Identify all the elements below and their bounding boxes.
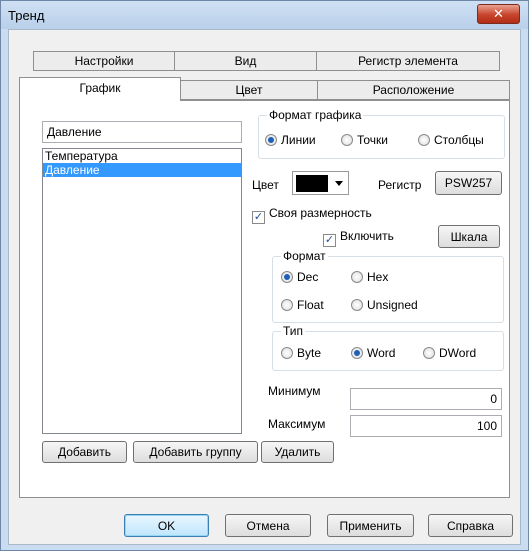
help-button[interactable]: Справка (428, 514, 513, 537)
add-button[interactable]: Добавить (42, 441, 127, 463)
radio-points[interactable]: Точки (341, 133, 388, 147)
radio-float[interactable]: Float (281, 298, 324, 312)
apply-button[interactable]: Применить (327, 514, 414, 537)
radio-dword[interactable]: DWord (423, 346, 476, 360)
close-icon: ✕ (493, 6, 504, 21)
maximum-input[interactable]: 100 (350, 415, 502, 437)
trend-dialog: Тренд ✕ Настройки Вид Регистр элемента Г… (0, 0, 529, 551)
radio-columns[interactable]: Столбцы (418, 133, 484, 147)
tab-settings[interactable]: Настройки (33, 51, 175, 71)
color-dropdown[interactable] (292, 171, 349, 195)
minimum-input[interactable]: 0 (350, 388, 502, 410)
radio-dot-icon (351, 299, 363, 311)
radio-hex[interactable]: Hex (351, 270, 388, 284)
radio-dot-icon (265, 134, 277, 146)
tab-view[interactable]: Вид (174, 51, 317, 71)
list-item-pressure[interactable]: Давление (43, 163, 241, 177)
tab-graph[interactable]: График (19, 77, 181, 101)
title-bar[interactable]: Тренд ✕ (1, 1, 528, 29)
register-button[interactable]: PSW257 (435, 171, 502, 195)
radio-dot-icon (351, 347, 363, 359)
radio-lines[interactable]: Линии (265, 133, 316, 147)
ok-button[interactable]: OK (124, 514, 209, 537)
minimum-label: Минимум (268, 384, 321, 398)
number-format-label: Формат (281, 249, 328, 263)
window-title: Тренд (8, 8, 45, 23)
color-swatch (296, 175, 328, 192)
graph-format-label: Формат графика (267, 108, 364, 122)
dialog-client-area: Настройки Вид Регистр элемента График Цв… (8, 29, 521, 545)
remove-button[interactable]: Удалить (261, 441, 334, 463)
scale-button[interactable]: Шкала (438, 225, 500, 248)
graph-format-group: Формат графика Линии Точки Столбцы (258, 108, 505, 159)
radio-dot-icon (423, 347, 435, 359)
checkmark-icon: ✓ (252, 211, 265, 224)
radio-dot-icon (281, 271, 293, 283)
series-list[interactable]: Температура Давление (42, 148, 242, 434)
radio-unsigned[interactable]: Unsigned (351, 298, 418, 312)
enable-checkbox[interactable]: ✓ Включить (323, 229, 394, 247)
radio-byte[interactable]: Byte (281, 346, 321, 360)
radio-word[interactable]: Word (351, 346, 395, 360)
checkmark-icon: ✓ (323, 234, 336, 247)
add-group-button[interactable]: Добавить группу (133, 441, 258, 463)
maximum-label: Максимум (268, 417, 326, 431)
radio-dec[interactable]: Dec (281, 270, 318, 284)
register-label: Регистр (378, 178, 422, 192)
list-item-temperature[interactable]: Температура (43, 149, 241, 163)
data-type-label: Тип (281, 324, 306, 338)
radio-dot-icon (281, 347, 293, 359)
chevron-down-icon (335, 181, 343, 186)
graph-tab-panel: Давление Температура Давление Добавить Д… (19, 100, 510, 498)
radio-dot-icon (418, 134, 430, 146)
series-name-input[interactable]: Давление (42, 121, 242, 143)
own-dimension-checkbox[interactable]: ✓ Своя размерность (252, 206, 372, 224)
radio-dot-icon (351, 271, 363, 283)
cancel-button[interactable]: Отмена (225, 514, 311, 537)
radio-dot-icon (281, 299, 293, 311)
tab-location[interactable]: Расположение (317, 80, 510, 100)
radio-dot-icon (341, 134, 353, 146)
number-format-group: Формат Dec Hex Float Unsigned (272, 249, 504, 323)
color-label: Цвет (252, 178, 279, 192)
close-button[interactable]: ✕ (477, 4, 520, 24)
tab-element-register[interactable]: Регистр элемента (316, 51, 500, 71)
data-type-group: Тип Byte Word DWord (272, 324, 504, 371)
tab-color[interactable]: Цвет (180, 80, 318, 100)
